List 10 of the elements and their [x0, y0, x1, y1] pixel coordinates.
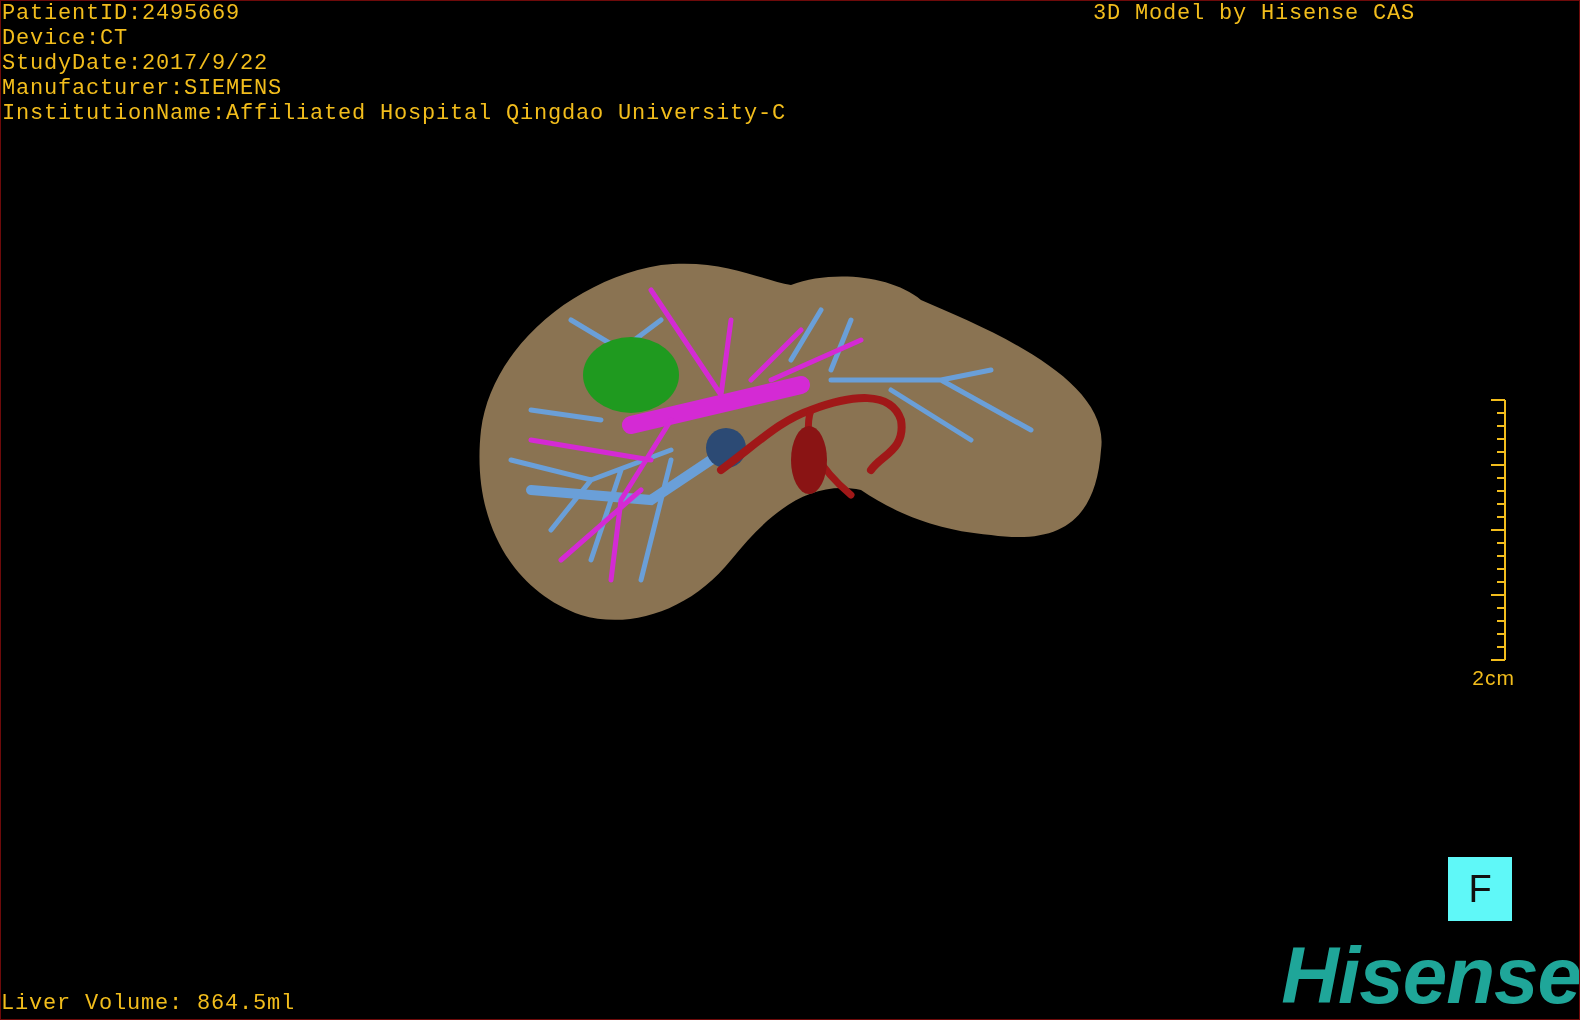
brand-logo: Hisense — [1281, 943, 1579, 1009]
info-line: StudyDate:2017/9/22 — [2, 51, 270, 76]
info-line: Device:CT — [2, 26, 130, 51]
info-line: InstitutionName:Affiliated Hospital Qingdao University-C — [2, 101, 787, 126]
info-line: PatientID:2495669 — [2, 1, 242, 26]
scale-label: 2cm — [1472, 666, 1515, 690]
liver-volume: Liver Volume: 864.5ml — [1, 991, 296, 1016]
info-line: Manufacturer:SIEMENS — [2, 76, 284, 101]
view-button[interactable]: F — [1448, 857, 1512, 921]
app-title: 3D Model by Hisense CAS — [1092, 1, 1415, 28]
